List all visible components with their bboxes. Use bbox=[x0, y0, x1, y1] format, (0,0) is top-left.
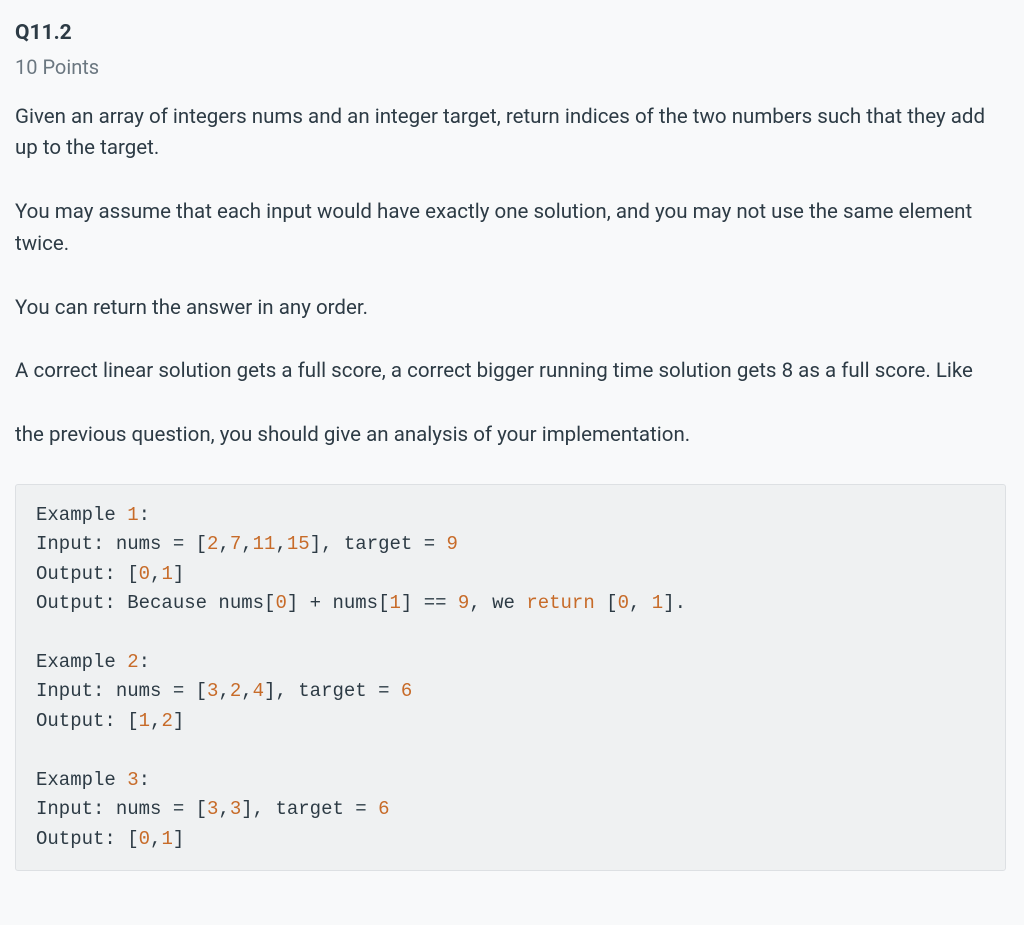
code-example-block: Example 1: Input: nums = [2,7,11,15], ta… bbox=[15, 484, 1006, 871]
paragraph: You may assume that each input would hav… bbox=[15, 197, 1006, 261]
question-number: Q11.2 bbox=[15, 18, 1006, 50]
paragraph: the previous question, you should give a… bbox=[15, 420, 1006, 452]
question-body: Given an array of integers nums and an i… bbox=[15, 102, 1006, 872]
question-points: 10 Points bbox=[15, 52, 1006, 82]
paragraph: A correct linear solution gets a full sc… bbox=[15, 356, 1006, 388]
paragraph: Given an array of integers nums and an i… bbox=[15, 102, 1006, 166]
question-header: Q11.2 10 Points bbox=[15, 18, 1006, 82]
paragraph: You can return the answer in any order. bbox=[15, 293, 1006, 325]
